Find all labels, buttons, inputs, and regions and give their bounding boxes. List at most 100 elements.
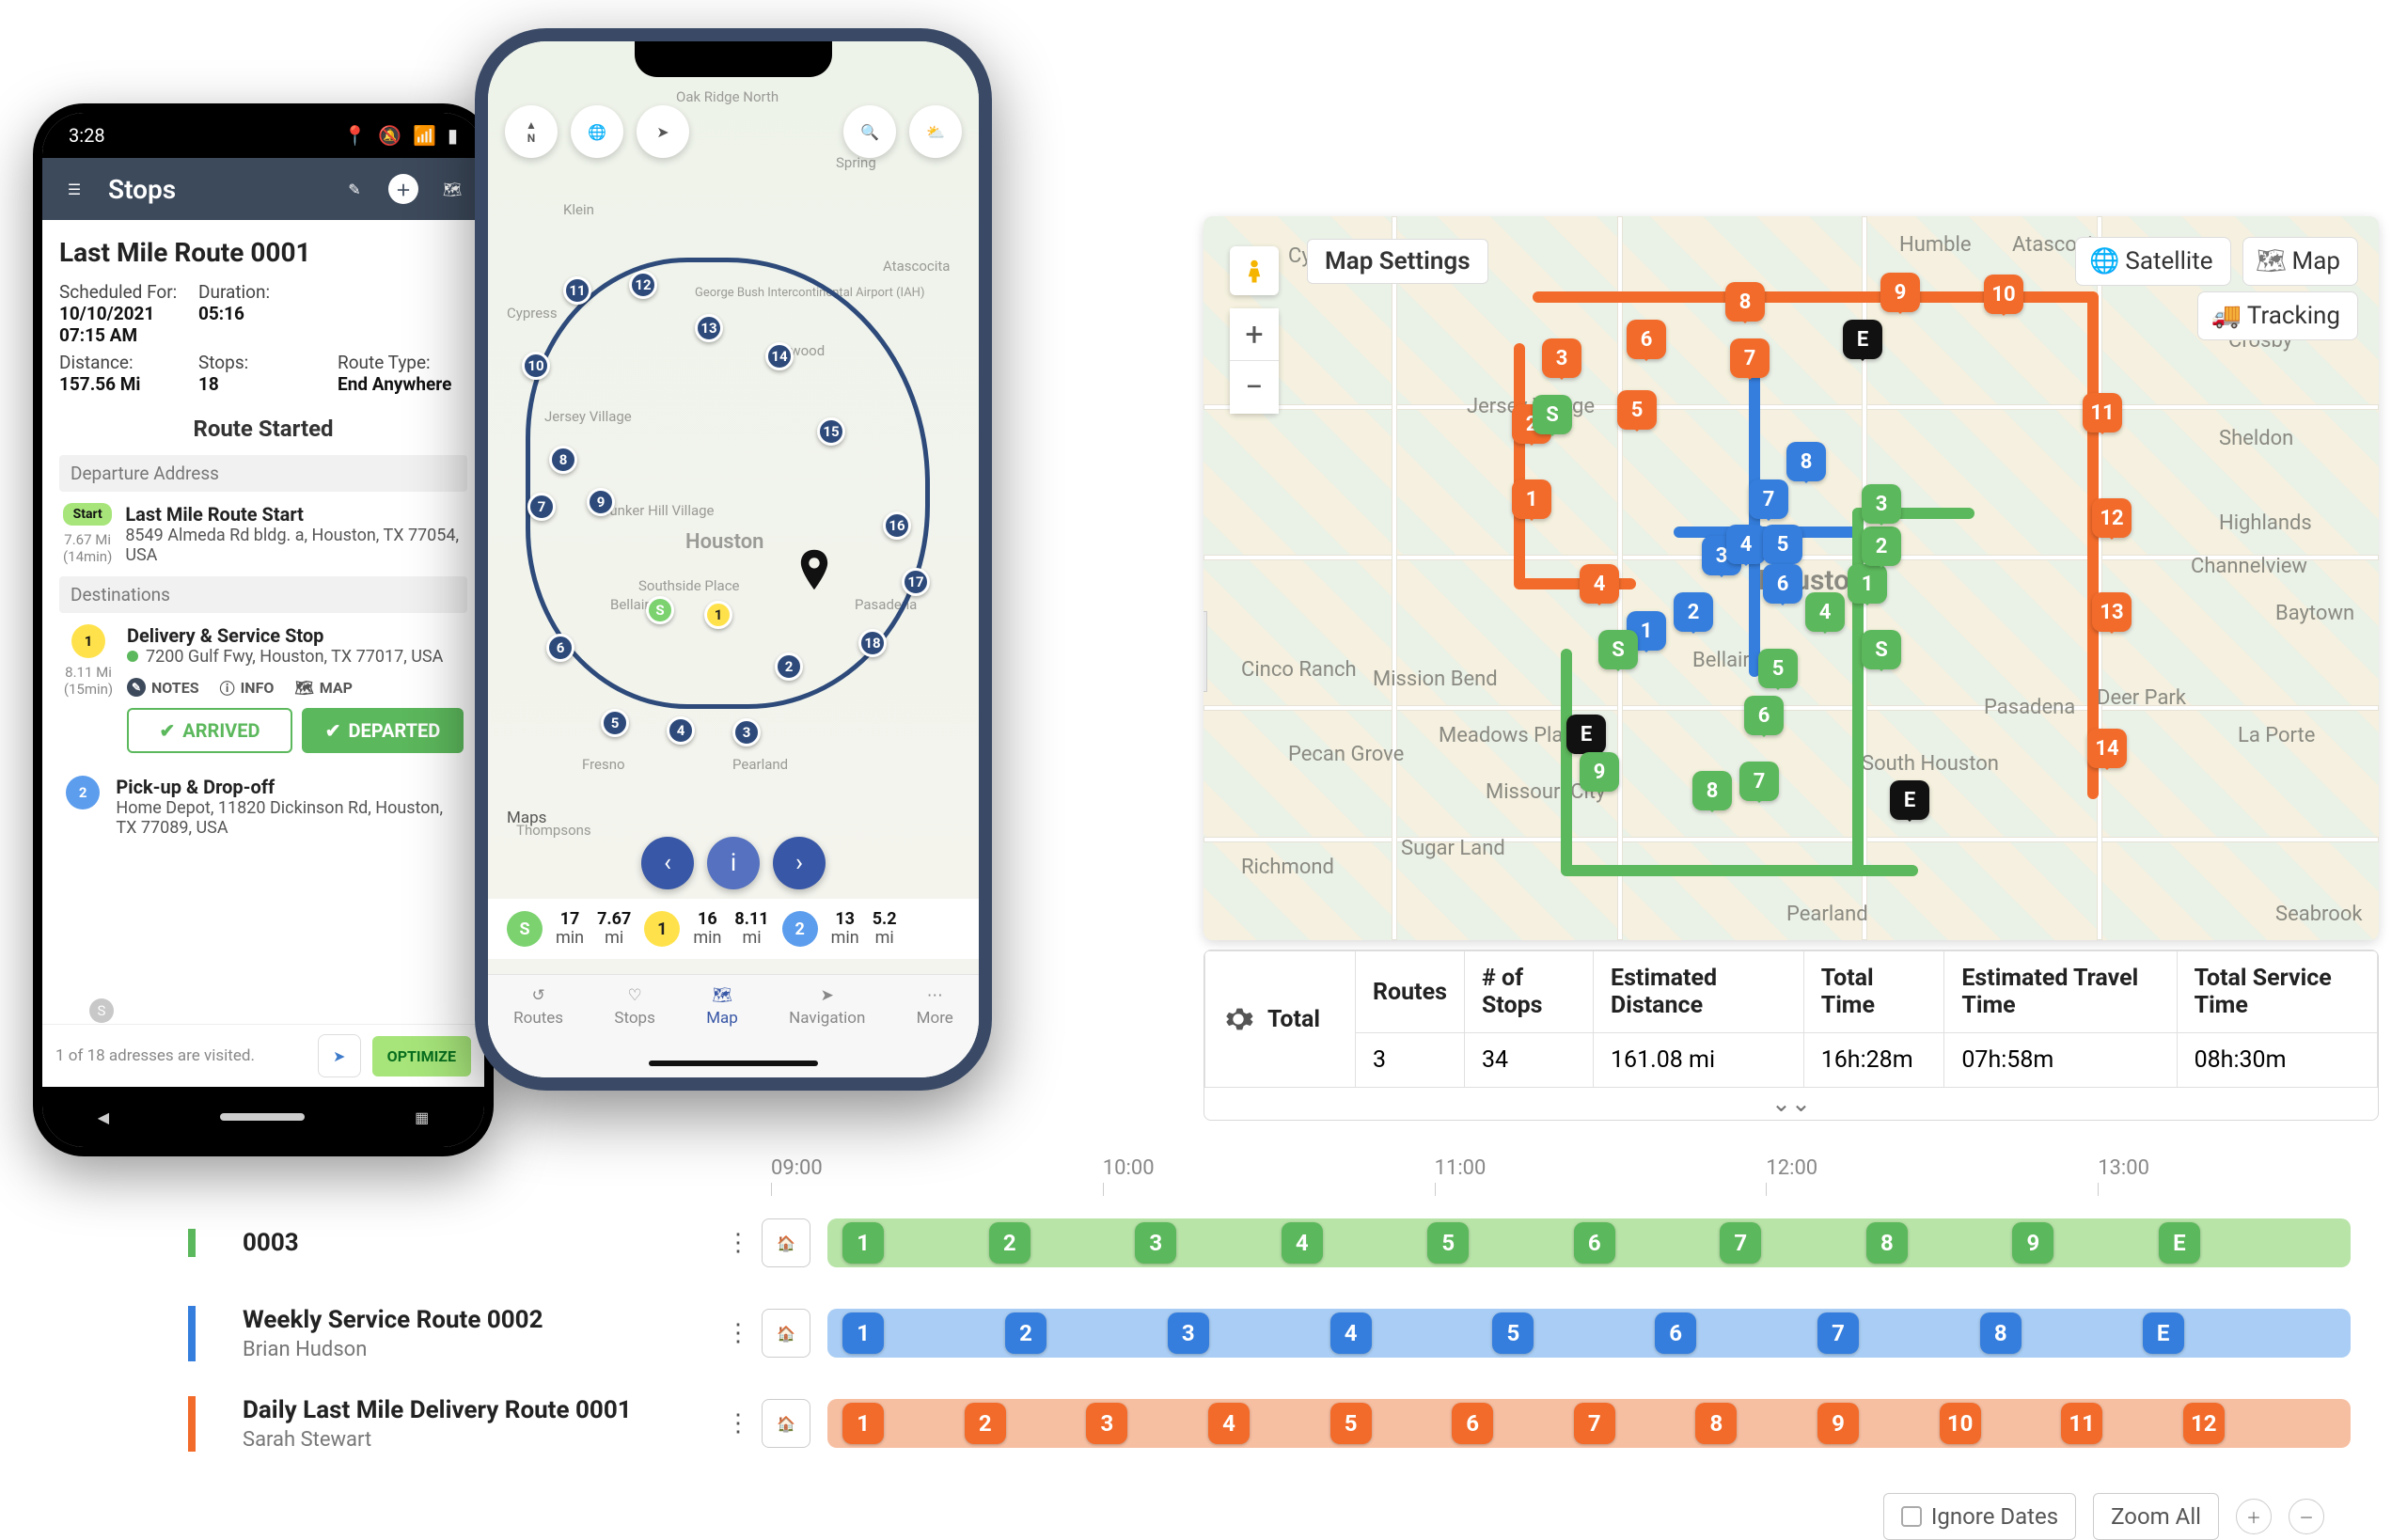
map-marker[interactable]: 3 [1862,484,1901,524]
map-marker[interactable]: 2 [1674,592,1713,632]
map-marker[interactable]: 3 [732,718,761,746]
map-marker[interactable]: 1 [704,601,732,629]
stop-progress-strip[interactable]: S17min7.67mi116min8.11mi213min5.2mi [488,899,979,959]
timeline-stop[interactable]: 4 [1208,1403,1250,1444]
timeline-stop[interactable]: 5 [1492,1312,1534,1354]
timeline-stop[interactable]: 3 [1086,1403,1127,1444]
timeline-stop[interactable]: 10 [1940,1403,1981,1444]
start-stop-card[interactable]: Start7.67 Mi(14min) Last Mile Route Star… [59,492,467,576]
map-marker[interactable]: 2 [775,652,803,681]
prev-stop-button[interactable]: ‹ [641,837,694,889]
recent-icon[interactable]: ▦ [415,1108,429,1126]
map-marker[interactable]: 8 [1692,771,1732,810]
timeline-stop[interactable]: 7 [1720,1222,1761,1264]
timeline-stop[interactable]: 3 [1168,1312,1209,1354]
map-chip[interactable]: 🗺MAP [294,676,353,699]
tracking-toggle[interactable]: 🚚Tracking [2197,291,2358,340]
timeline-stop[interactable]: E [2159,1222,2200,1264]
map-marker-start[interactable]: S [1862,630,1901,669]
compass-icon[interactable]: ▲N [505,105,558,158]
map-marker[interactable]: 13 [2092,592,2132,632]
map-marker[interactable]: 7 [1749,479,1788,519]
map-marker[interactable]: 13 [695,314,723,342]
map-marker[interactable]: 14 [765,342,794,370]
timeline-stop[interactable]: E [2143,1312,2184,1354]
map-marker[interactable]: 4 [1726,525,1766,564]
timeline-stop[interactable]: 2 [989,1222,1030,1264]
map-marker[interactable]: 8 [549,446,577,474]
stop-card[interactable]: 2 Pick-up & Drop-offHome Depot, 11820 Di… [59,764,467,849]
map-marker[interactable]: 5 [601,709,629,737]
home-icon[interactable]: 🏠 [762,1218,810,1267]
map-marker[interactable]: 4 [667,716,695,745]
timeline-stop[interactable]: 8 [1866,1222,1908,1264]
map-marker[interactable]: 6 [546,634,574,662]
map-marker-end[interactable]: E [1843,320,1882,359]
notes-chip[interactable]: ✎NOTES [127,676,199,699]
map-marker[interactable]: 6 [1744,696,1784,735]
optimize-button[interactable]: OPTIMIZE [372,1036,471,1076]
info-button[interactable]: i [707,837,760,889]
map-marker[interactable]: 5 [1758,649,1798,688]
map-marker[interactable]: 16 [883,511,911,540]
zoom-all-button[interactable]: Zoom All [2093,1493,2219,1540]
map-marker[interactable]: 10 [1984,275,2023,314]
timeline-stop[interactable]: 5 [1330,1403,1372,1444]
map-marker[interactable]: 11 [2083,393,2122,432]
map-marker[interactable]: 6 [1627,320,1666,359]
map-marker[interactable]: 5 [1763,525,1802,564]
map-marker[interactable]: 11 [563,276,591,305]
route-map-panel[interactable]: Cypress Humble Atascocita Crosby Sheldon… [1204,216,2379,940]
map-marker[interactable]: 8 [1786,442,1826,481]
departed-button[interactable]: ✔ DEPARTED [302,708,464,753]
pegman-icon[interactable] [1230,246,1279,295]
timeline-stop[interactable]: 7 [1574,1403,1615,1444]
timeline-stop[interactable]: 6 [1655,1312,1696,1354]
zoom-in-icon[interactable]: ＋ [2236,1499,2272,1534]
tab-map[interactable]: 🗺Map [706,986,738,1028]
map-marker[interactable]: 10 [522,352,550,380]
timeline-stop[interactable]: 1 [842,1403,884,1444]
home-indicator[interactable] [649,1061,818,1066]
back-icon[interactable]: ◀ [98,1108,109,1126]
timeline-stop[interactable]: 12 [2183,1403,2225,1444]
map-marker[interactable]: 9 [587,488,615,516]
timeline-stop[interactable]: 4 [1330,1312,1372,1354]
row-menu-button[interactable]: ⋮ [715,1229,762,1257]
collapse-panel-handle[interactable]: « [1204,611,1207,692]
arrived-button[interactable]: ✔ ARRIVED [127,708,292,753]
timeline-track[interactable]: 12345678E [827,1309,2351,1358]
timeline-stop[interactable]: 4 [1282,1222,1323,1264]
gear-icon[interactable] [1222,1003,1254,1035]
row-menu-button[interactable]: ⋮ [715,1319,762,1347]
tab-more[interactable]: ⋯More [917,986,953,1028]
map-marker[interactable]: 14 [2087,729,2127,768]
map-marker[interactable]: 7 [1730,338,1770,378]
info-chip[interactable]: ⓘINFO [220,676,275,699]
home-icon[interactable]: 🏠 [762,1309,810,1358]
timeline-stop[interactable]: 8 [1695,1403,1737,1444]
tab-stops[interactable]: ♡Stops [614,986,655,1028]
zoom-out-button[interactable]: − [1230,361,1279,414]
map-marker[interactable]: 1 [1512,479,1551,519]
map-toggle[interactable]: 🗺Map [2242,237,2358,286]
map-marker[interactable]: 4 [1580,564,1619,604]
timeline-stop[interactable]: 3 [1135,1222,1176,1264]
map-icon[interactable]: 🗺 [435,172,469,206]
weather-icon[interactable]: ⛅ [909,105,962,158]
navigate-icon[interactable]: ➤ [318,1034,361,1077]
map-marker[interactable]: 4 [1805,592,1845,632]
zoom-out-icon[interactable]: － [2289,1499,2324,1534]
map-marker[interactable]: 8 [1725,282,1765,322]
map-marker-start[interactable]: S [646,596,674,624]
map-marker-start[interactable]: S [1598,630,1638,669]
home-icon[interactable]: 🏠 [762,1399,810,1448]
timeline-stop[interactable]: 7 [1817,1312,1859,1354]
map-marker[interactable]: 3 [1542,338,1581,378]
timeline-stop[interactable]: 6 [1574,1222,1615,1264]
timeline-stop[interactable]: 1 [842,1312,884,1354]
map-marker[interactable]: 9 [1880,273,1920,312]
timeline-stop[interactable]: 6 [1452,1403,1493,1444]
map-marker[interactable]: 15 [817,417,845,446]
map-marker-start[interactable]: S [1533,395,1572,434]
